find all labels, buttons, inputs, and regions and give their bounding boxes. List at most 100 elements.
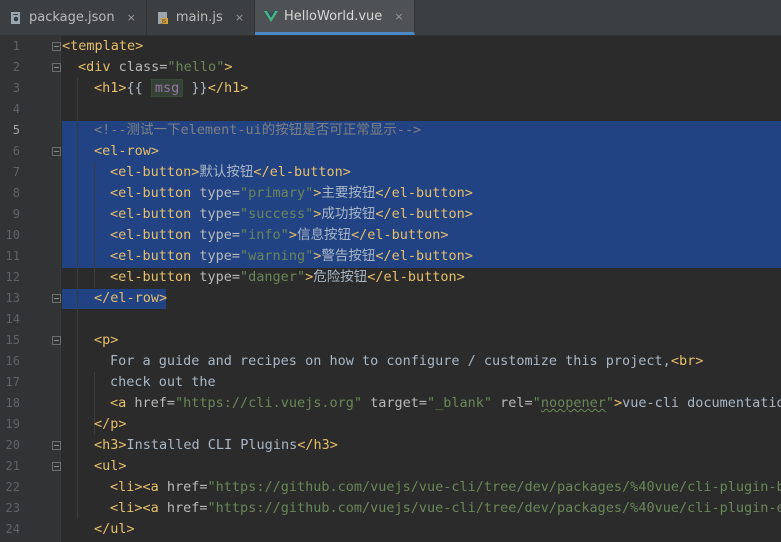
html-tag: </el-button> xyxy=(253,164,351,180)
close-icon[interactable]: × xyxy=(394,10,403,23)
close-icon[interactable]: × xyxy=(127,11,136,24)
line-number: 5 xyxy=(12,123,20,137)
html-tag: </h1> xyxy=(207,80,249,96)
html-tag: </el-button> xyxy=(375,206,473,222)
fold-icon[interactable] xyxy=(52,336,61,345)
tab-label: HelloWorld.vue xyxy=(284,8,383,24)
html-tag: <ul> xyxy=(94,458,127,474)
tab-main-js[interactable]: JS main.js × xyxy=(147,0,256,35)
code-line: <!--测试一下element-ui的按钮是否可正常显示--> xyxy=(94,120,421,141)
html-tag: <li><a xyxy=(110,500,167,516)
html-tag: <el-row> xyxy=(94,143,160,159)
string: noopener xyxy=(540,395,606,411)
code-editor[interactable]: 1 2 3 4 5 6 7 8 9 10 11 12 13 14 15 16 1… xyxy=(0,36,781,542)
line-number: 4 xyxy=(12,102,20,116)
json-file-icon xyxy=(9,11,23,25)
code-line: <h1>{{ msg }}</h1> xyxy=(94,78,248,99)
line-number: 19 xyxy=(5,417,20,431)
fold-icon[interactable] xyxy=(52,294,61,303)
html-tag: <el-button xyxy=(110,206,200,222)
code-line: <h3>Installed CLI Plugins</h3> xyxy=(94,435,338,456)
line-number: 6 xyxy=(12,144,20,158)
text-content: 信息按钮 xyxy=(296,227,351,243)
html-tag: </el-button> xyxy=(375,248,473,264)
code-line: </el-row> xyxy=(94,288,167,309)
fold-icon[interactable] xyxy=(52,462,61,471)
html-tag: <h1> xyxy=(94,80,127,96)
tab-package-json[interactable]: package.json × xyxy=(0,0,147,35)
tab-helloworld-vue[interactable]: HelloWorld.vue × xyxy=(255,0,415,35)
attribute: type= xyxy=(199,227,241,243)
vue-file-icon xyxy=(264,9,279,23)
line-number: 14 xyxy=(5,312,20,326)
text-content: check out the xyxy=(110,374,216,390)
code-line: <el-button type="warning">警告按钮</el-butto… xyxy=(110,246,473,267)
code-line: <ul> xyxy=(94,456,127,477)
ide-window: package.json × JS main.js × HelloWorld.v… xyxy=(0,0,781,542)
text-content: vue-cli documentation xyxy=(622,395,781,411)
indent-guide xyxy=(77,78,78,519)
code-line: check out the xyxy=(110,372,216,393)
html-tag: > xyxy=(613,395,623,411)
html-tag: <el-button> xyxy=(110,164,200,180)
line-number: 13 xyxy=(5,291,20,305)
code-area[interactable]: <template> <div class="hello"> <h1>{{ ms… xyxy=(62,36,781,542)
code-line: <p> xyxy=(94,330,118,351)
html-tag: > xyxy=(288,227,297,243)
string: "info" xyxy=(240,227,289,243)
string: " xyxy=(532,395,541,411)
html-tag: </el-row> xyxy=(94,290,168,306)
string: "https://github.com/vuejs/vue-cli/tree/d… xyxy=(207,479,781,495)
fold-icon[interactable] xyxy=(52,42,61,51)
code-line: </p> xyxy=(94,414,127,435)
html-tag: <li><a xyxy=(110,479,167,495)
html-tag: > xyxy=(224,59,233,75)
string: " xyxy=(605,395,614,411)
string: "success" xyxy=(240,206,314,222)
code-line: <a href="https://cli.vuejs.org" target="… xyxy=(110,393,781,414)
html-tag: <template> xyxy=(62,38,144,54)
line-number: 23 xyxy=(5,501,20,515)
html-tag: <a xyxy=(110,395,135,411)
fold-icon[interactable] xyxy=(52,441,61,450)
code-line: </ul> xyxy=(94,519,135,540)
string: "hello" xyxy=(167,59,225,75)
line-number: 3 xyxy=(12,81,20,95)
string: "_blank" xyxy=(427,395,493,411)
code-line: <el-button type="info">信息按钮</el-button> xyxy=(110,225,449,246)
html-tag: </el-button> xyxy=(367,269,465,285)
line-number: 20 xyxy=(5,438,20,452)
attribute: href= xyxy=(134,395,176,411)
close-icon[interactable]: × xyxy=(235,11,244,24)
attribute: type= xyxy=(199,185,241,201)
attribute: href= xyxy=(166,479,208,495)
code-line: <div class="hello"> xyxy=(78,57,232,78)
line-number: 24 xyxy=(5,522,20,536)
comment: <!--测试一下element-ui的按钮是否可正常显示--> xyxy=(94,122,422,138)
html-tag: </ul> xyxy=(94,521,135,537)
text-content: 默认按钮 xyxy=(199,164,254,180)
code-line: <el-button type="success">成功按钮</el-butto… xyxy=(110,204,473,225)
code-line: <el-button>默认按钮</el-button> xyxy=(110,162,351,183)
fold-icon[interactable] xyxy=(52,63,61,72)
line-number: 12 xyxy=(5,270,20,284)
code-line: For a guide and recipes on how to config… xyxy=(110,351,703,372)
html-tag: <div xyxy=(78,59,119,75)
attribute: type= xyxy=(199,269,241,285)
text-content: 危险按钮 xyxy=(313,269,368,285)
html-tag: <el-button xyxy=(110,227,200,243)
fold-icon[interactable] xyxy=(52,147,61,156)
line-number: 11 xyxy=(5,249,20,263)
line-number: 16 xyxy=(5,354,20,368)
code-line: <el-button type="primary">主要按钮</el-butto… xyxy=(110,183,473,204)
html-tag: </h3> xyxy=(297,437,338,453)
line-number: 1 xyxy=(12,39,20,53)
attribute: type= xyxy=(199,248,241,264)
editor-tab-bar: package.json × JS main.js × HelloWorld.v… xyxy=(0,0,781,36)
html-tag: <h3> xyxy=(94,437,127,453)
html-tag: </el-button> xyxy=(350,227,449,243)
string: "primary" xyxy=(240,185,314,201)
html-tag: </el-button> xyxy=(375,185,473,201)
string: "warning" xyxy=(240,248,314,264)
code-line: <li><a href="https://github.com/vuejs/vu… xyxy=(110,477,781,498)
